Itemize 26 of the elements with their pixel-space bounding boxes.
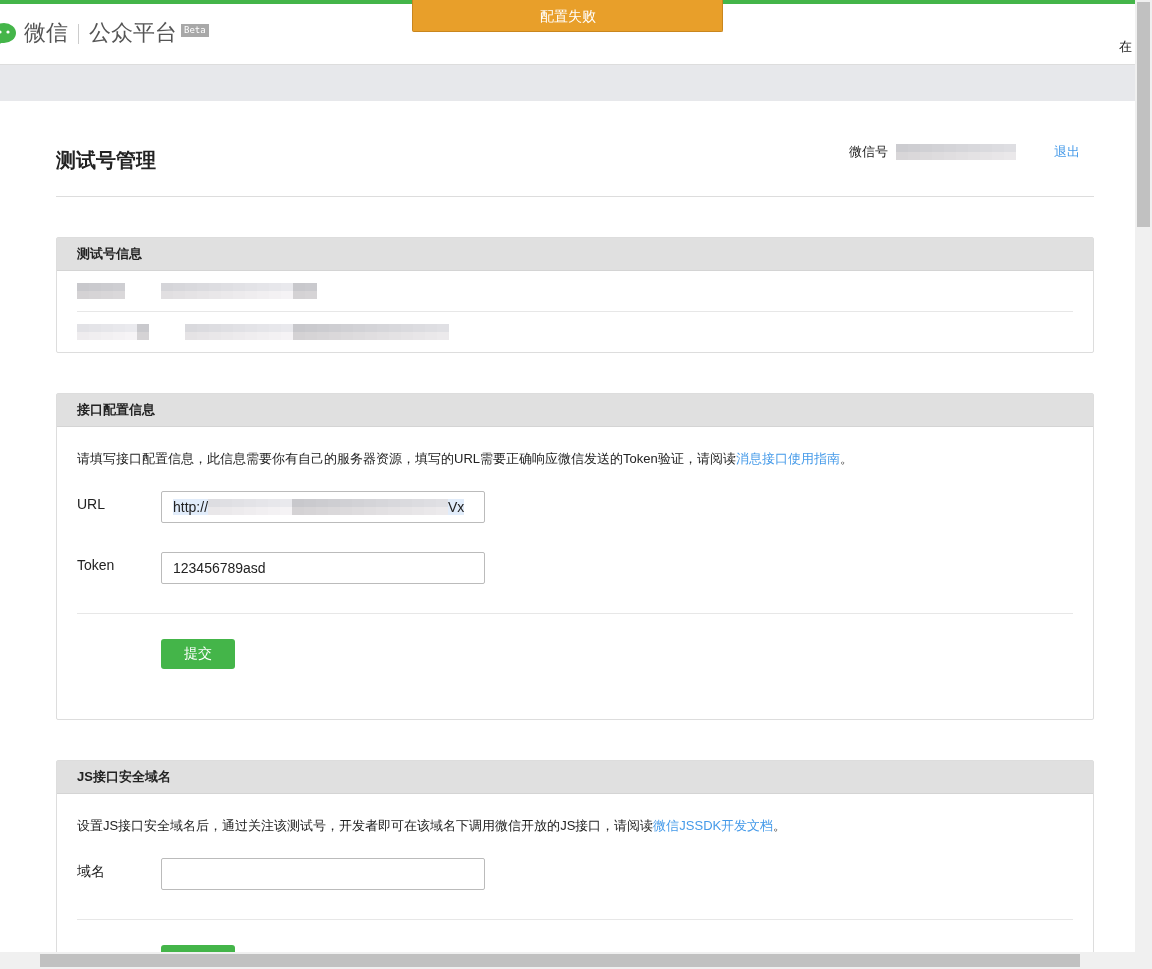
doc-link[interactable]: 微信JSSDK开发文档 — [653, 818, 774, 833]
account-label: 微信号 — [849, 143, 888, 161]
panel-title: 测试号信息 — [57, 238, 1093, 271]
intro-text: 设置JS接口安全域名后，通过关注该测试号，开发者即可在该域名下调用微信开放的JS接口，请阅读微信JSSDK开发文档。 — [77, 817, 788, 835]
error-toast: 配置失败 — [412, 0, 723, 32]
header-text: 在 — [1119, 38, 1132, 56]
platform-title: 公众平台 — [89, 19, 177, 47]
panel-title: 接口配置信息 — [57, 394, 1093, 427]
input-field[interactable] — [161, 858, 485, 890]
field-label: 域名 — [77, 862, 106, 881]
vertical-scrollbar[interactable] — [1135, 0, 1152, 952]
doc-link[interactable]: 消息接口使用指南 — [735, 451, 840, 466]
submit-button[interactable]: 提交 — [161, 639, 235, 669]
logo-text: 微信 — [24, 19, 68, 47]
redaction-mosaic — [77, 283, 125, 299]
field-label: Token — [77, 556, 116, 575]
input-field[interactable]: 123456789asd — [161, 552, 485, 584]
input-field[interactable]: http:// Vx — [161, 491, 485, 523]
beta-badge: Beta — [181, 24, 209, 37]
page-title: 测试号管理 — [56, 148, 156, 173]
panel-title: JS接口安全域名 — [57, 761, 1093, 794]
horizontal-scrollbar[interactable] — [0, 952, 1135, 969]
redaction-mosaic — [77, 324, 149, 340]
logout-link[interactable]: 退出 — [1054, 143, 1080, 161]
intro-text: 请填写接口配置信息，此信息需要你有自己的服务器资源，填写的URL需要正确响应微信发送的Token验证，请阅读消息接口使用指南。 — [77, 450, 854, 468]
field-label: URL — [77, 495, 106, 514]
